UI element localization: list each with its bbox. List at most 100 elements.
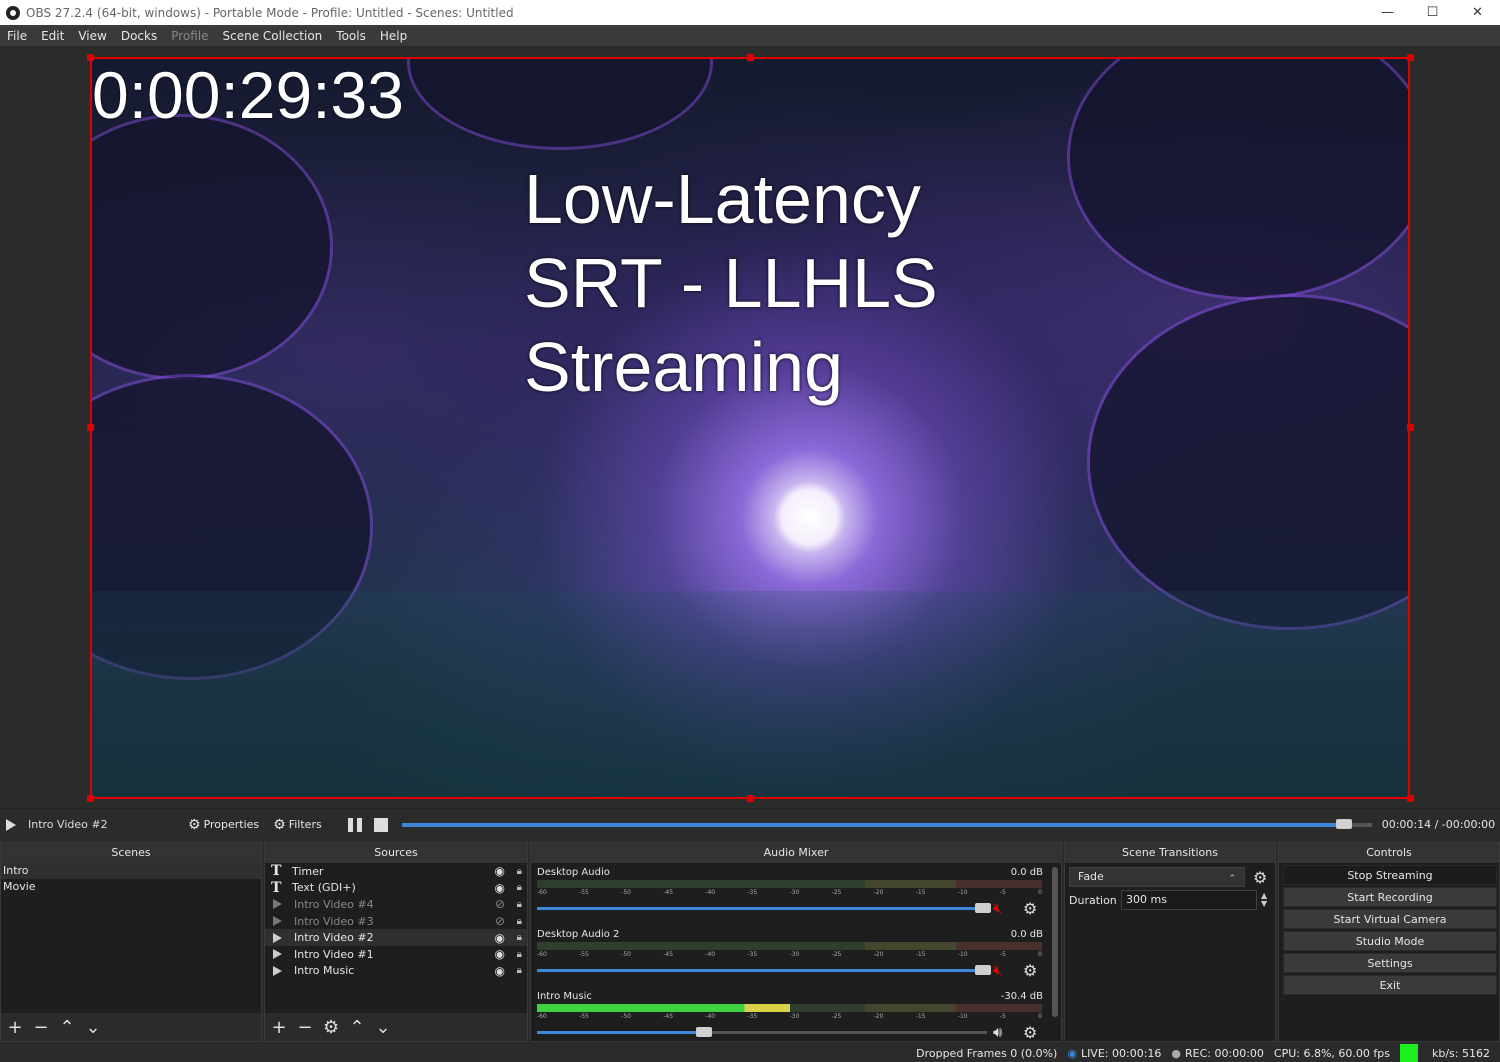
- resize-handle-bottom[interactable]: [747, 795, 754, 802]
- meter-ticks: -60 -55 -50 -45 -40 -35 -30 -25 -20 -15 -10 -5 0: [537, 889, 1042, 896]
- pause-button[interactable]: [347, 817, 362, 832]
- meter-tick-label: -30: [789, 1013, 800, 1020]
- resize-handle-bottom-right[interactable]: [1407, 795, 1414, 802]
- menu-tools[interactable]: Tools: [329, 29, 373, 43]
- lock-icon[interactable]: 🔒︎: [517, 949, 522, 960]
- seek-knob[interactable]: [1336, 818, 1353, 829]
- volume-knob[interactable]: [975, 903, 991, 913]
- channel-name: Intro Music: [537, 991, 592, 1002]
- volume-knob[interactable]: [975, 965, 991, 975]
- meter-tick-label: -40: [705, 889, 716, 896]
- maximize-button[interactable]: ☐: [1410, 0, 1455, 25]
- muted-speaker-icon[interactable]: 🔇︎: [993, 961, 1002, 979]
- menu-view[interactable]: View: [71, 29, 113, 43]
- muted-speaker-icon[interactable]: 🔇︎: [993, 899, 1002, 917]
- transition-settings-gear-icon[interactable]: ⚙: [1253, 868, 1267, 887]
- move-scene-down-button[interactable]: ⌄: [85, 1017, 101, 1038]
- meter-tick-label: -10: [957, 951, 968, 958]
- meter-tick-label: -25: [831, 1013, 842, 1020]
- visibility-eye-icon[interactable]: ◉: [495, 881, 505, 895]
- channel-settings-gear-icon[interactable]: ⚙: [1023, 1023, 1037, 1042]
- source-item[interactable]: Intro Video #2 ◉ 🔒︎: [265, 929, 527, 946]
- channel-settings-gear-icon[interactable]: ⚙: [1023, 961, 1037, 980]
- source-item[interactable]: Intro Video #3 ⊘ 🔒︎: [265, 913, 527, 930]
- meter-level: [537, 1004, 790, 1012]
- meter-tick-label: -60: [537, 1013, 547, 1020]
- speaker-icon[interactable]: 🔊︎: [993, 1023, 1002, 1041]
- menu-edit[interactable]: Edit: [34, 29, 71, 43]
- play-icon[interactable]: [6, 818, 16, 831]
- meter-tick-label: -20: [873, 951, 884, 958]
- source-name: Intro Music: [294, 964, 355, 978]
- add-source-button[interactable]: +: [271, 1017, 287, 1038]
- resize-handle-top[interactable]: [747, 54, 754, 61]
- remove-scene-button[interactable]: −: [33, 1017, 49, 1038]
- source-item[interactable]: T Text (GDI+) ◉ 🔒︎: [265, 880, 527, 897]
- volume-slider[interactable]: [537, 903, 991, 913]
- source-item[interactable]: Intro Music ◉ 🔒︎: [265, 963, 527, 980]
- visibility-eye-hidden-icon[interactable]: ⊘: [495, 914, 505, 928]
- duration-input[interactable]: 300 ms: [1121, 890, 1257, 910]
- stop-streaming-button[interactable]: Stop Streaming: [1283, 865, 1497, 885]
- visibility-eye-hidden-icon[interactable]: ⊘: [495, 897, 505, 911]
- volume-meter: [537, 942, 1042, 950]
- source-item[interactable]: T Timer ◉ 🔒︎: [265, 863, 527, 880]
- visibility-eye-icon[interactable]: ◉: [495, 931, 505, 945]
- source-item[interactable]: Intro Video #4 ⊘ 🔒︎: [265, 896, 527, 913]
- lock-icon[interactable]: 🔒︎: [517, 965, 522, 976]
- resize-handle-top-right[interactable]: [1407, 54, 1414, 61]
- lock-icon[interactable]: 🔒︎: [517, 916, 522, 927]
- menu-help[interactable]: Help: [373, 29, 414, 43]
- resize-handle-left[interactable]: [87, 424, 94, 431]
- volume-knob[interactable]: [696, 1027, 712, 1037]
- remove-source-button[interactable]: −: [297, 1017, 313, 1038]
- volume-slider[interactable]: [537, 1027, 987, 1037]
- source-name: Intro Video #3: [294, 914, 374, 928]
- source-properties-gear-icon[interactable]: ⚙: [323, 1017, 339, 1038]
- source-item[interactable]: Intro Video #1 ◉ 🔒︎: [265, 946, 527, 963]
- move-source-down-button[interactable]: ⌄: [375, 1017, 391, 1038]
- visibility-eye-icon[interactable]: ◉: [495, 947, 505, 961]
- start-recording-button[interactable]: Start Recording: [1283, 887, 1497, 907]
- volume-slider[interactable]: [537, 965, 991, 975]
- menu-file[interactable]: File: [0, 29, 34, 43]
- channel-settings-gear-icon[interactable]: ⚙: [1023, 899, 1037, 918]
- meter-tick-label: -15: [915, 951, 926, 958]
- visibility-eye-icon[interactable]: ◉: [495, 864, 505, 878]
- studio-mode-button[interactable]: Studio Mode: [1283, 931, 1497, 951]
- settings-button[interactable]: Settings: [1283, 953, 1497, 973]
- lock-icon[interactable]: 🔒︎: [517, 932, 522, 943]
- close-button[interactable]: ✕: [1455, 0, 1500, 25]
- media-source-icon: [273, 899, 282, 910]
- stop-button[interactable]: [373, 817, 388, 832]
- mixer-scrollbar[interactable]: [1052, 867, 1058, 1017]
- menu-docks[interactable]: Docks: [114, 29, 164, 43]
- add-scene-button[interactable]: +: [7, 1017, 23, 1038]
- volume-meter: [537, 880, 1042, 888]
- properties-button[interactable]: ⚙ Properties: [188, 817, 259, 833]
- minimize-button[interactable]: —: [1365, 0, 1410, 25]
- lock-icon[interactable]: 🔒︎: [517, 899, 522, 910]
- move-scene-up-button[interactable]: ⌃: [59, 1017, 75, 1038]
- properties-label: Properties: [203, 818, 260, 831]
- resize-handle-bottom-left[interactable]: [87, 795, 94, 802]
- media-seek-slider[interactable]: [401, 818, 1372, 829]
- lock-icon[interactable]: 🔒︎: [517, 882, 522, 893]
- visibility-eye-icon[interactable]: ◉: [495, 964, 505, 978]
- exit-button[interactable]: Exit: [1283, 975, 1497, 995]
- scene-item-intro[interactable]: Intro: [1, 863, 261, 879]
- meter-tick-label: -5: [999, 951, 1006, 958]
- move-source-up-button[interactable]: ⌃: [349, 1017, 365, 1038]
- start-virtual-camera-button[interactable]: Start Virtual Camera: [1283, 909, 1497, 929]
- filters-button[interactable]: ⚙ Filters: [273, 817, 322, 833]
- menu-scene-collection[interactable]: Scene Collection: [216, 29, 330, 43]
- program-preview[interactable]: 0:00:29:33 Low-Latency SRT - LLHLS Strea…: [90, 57, 1410, 799]
- resize-handle-right[interactable]: [1407, 424, 1414, 431]
- meter-tick-label: -55: [579, 951, 589, 958]
- resize-handle-top-left[interactable]: [87, 54, 94, 61]
- duration-spin-icon[interactable]: ▲ ▼: [1261, 892, 1267, 908]
- lock-icon[interactable]: 🔒︎: [517, 866, 522, 877]
- duration-label: Duration: [1069, 893, 1117, 907]
- scene-item-movie[interactable]: Movie: [1, 879, 261, 895]
- transition-select[interactable]: Fade: [1069, 867, 1245, 888]
